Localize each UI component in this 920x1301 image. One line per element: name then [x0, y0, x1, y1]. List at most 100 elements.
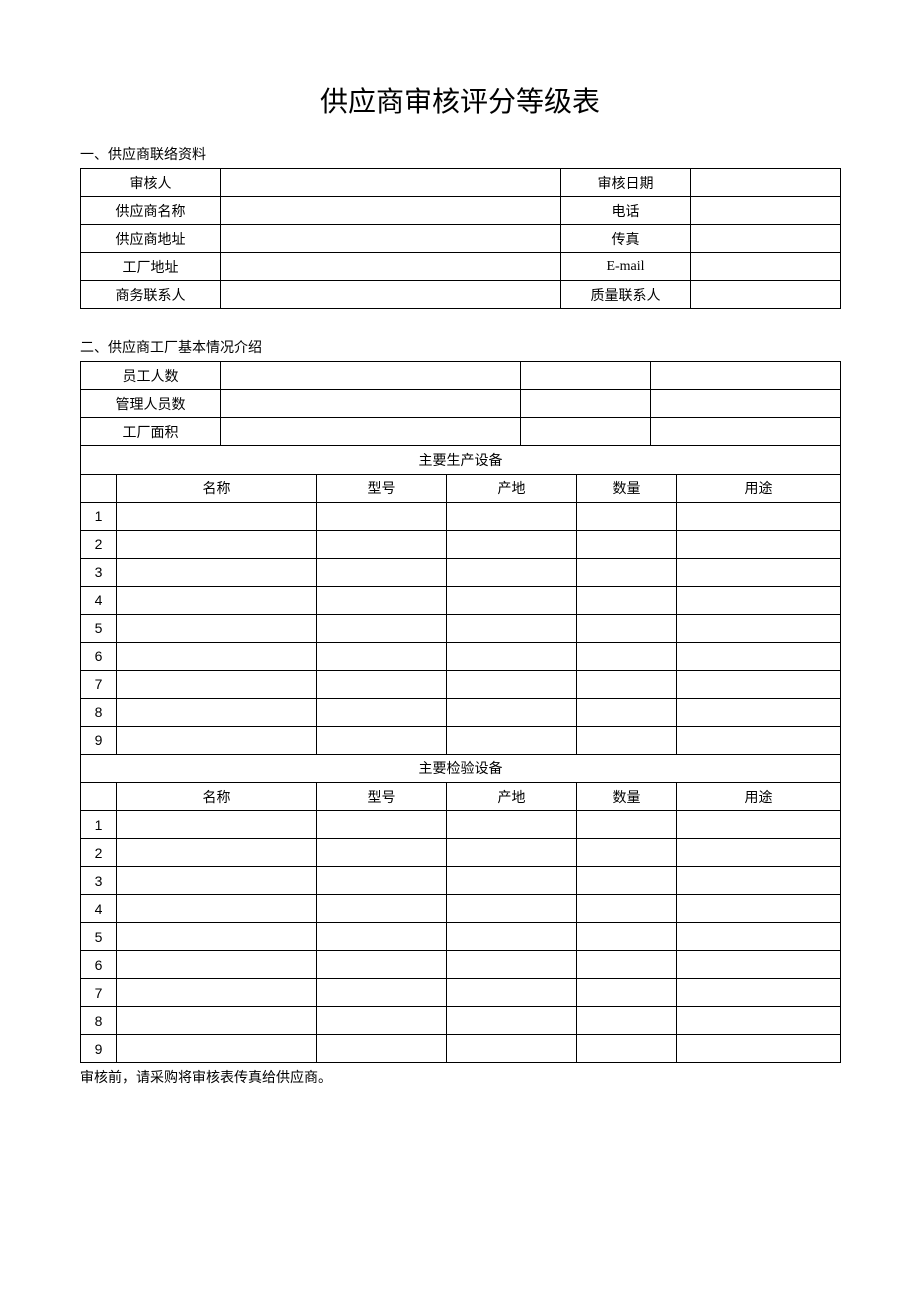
cell[interactable] — [447, 726, 577, 754]
value-supplier-name[interactable] — [221, 197, 561, 225]
cell[interactable] — [447, 530, 577, 558]
cell[interactable] — [577, 698, 677, 726]
cell[interactable] — [677, 670, 841, 698]
cell[interactable] — [677, 867, 841, 895]
cell[interactable] — [677, 839, 841, 867]
value-biz-contact[interactable] — [221, 281, 561, 309]
value-area-2[interactable] — [521, 418, 651, 446]
cell[interactable] — [577, 867, 677, 895]
cell[interactable] — [447, 867, 577, 895]
cell[interactable] — [117, 670, 317, 698]
value-area-3[interactable] — [651, 418, 841, 446]
cell[interactable] — [117, 979, 317, 1007]
cell[interactable] — [577, 979, 677, 1007]
cell[interactable] — [447, 642, 577, 670]
cell[interactable] — [317, 698, 447, 726]
cell[interactable] — [117, 895, 317, 923]
value-fax[interactable] — [691, 225, 841, 253]
cell[interactable] — [317, 530, 447, 558]
cell[interactable] — [317, 726, 447, 754]
cell[interactable] — [577, 951, 677, 979]
cell[interactable] — [117, 811, 317, 839]
cell[interactable] — [117, 558, 317, 586]
cell[interactable] — [447, 923, 577, 951]
cell[interactable] — [317, 558, 447, 586]
value-phone[interactable] — [691, 197, 841, 225]
cell[interactable] — [577, 642, 677, 670]
cell[interactable] — [677, 726, 841, 754]
cell[interactable] — [317, 839, 447, 867]
cell[interactable] — [317, 502, 447, 530]
cell[interactable] — [117, 1007, 317, 1035]
value-managers-2[interactable] — [521, 390, 651, 418]
cell[interactable] — [677, 979, 841, 1007]
cell[interactable] — [117, 726, 317, 754]
cell[interactable] — [677, 530, 841, 558]
cell[interactable] — [677, 614, 841, 642]
cell[interactable] — [117, 867, 317, 895]
cell[interactable] — [577, 923, 677, 951]
cell[interactable] — [317, 923, 447, 951]
cell[interactable] — [317, 586, 447, 614]
value-quality-contact[interactable] — [691, 281, 841, 309]
cell[interactable] — [317, 670, 447, 698]
cell[interactable] — [577, 1035, 677, 1063]
cell[interactable] — [577, 839, 677, 867]
cell[interactable] — [317, 895, 447, 923]
cell[interactable] — [117, 698, 317, 726]
cell[interactable] — [577, 502, 677, 530]
cell[interactable] — [577, 811, 677, 839]
cell[interactable] — [677, 558, 841, 586]
cell[interactable] — [447, 951, 577, 979]
cell[interactable] — [317, 1007, 447, 1035]
cell[interactable] — [577, 726, 677, 754]
value-email[interactable] — [691, 253, 841, 281]
cell[interactable] — [117, 642, 317, 670]
value-auditor[interactable] — [221, 169, 561, 197]
cell[interactable] — [117, 614, 317, 642]
cell[interactable] — [677, 698, 841, 726]
cell[interactable] — [577, 530, 677, 558]
value-managers-3[interactable] — [651, 390, 841, 418]
cell[interactable] — [677, 811, 841, 839]
value-audit-date[interactable] — [691, 169, 841, 197]
cell[interactable] — [677, 895, 841, 923]
cell[interactable] — [677, 923, 841, 951]
cell[interactable] — [677, 1007, 841, 1035]
cell[interactable] — [447, 670, 577, 698]
cell[interactable] — [447, 811, 577, 839]
cell[interactable] — [117, 586, 317, 614]
cell[interactable] — [677, 951, 841, 979]
cell[interactable] — [317, 614, 447, 642]
cell[interactable] — [447, 1035, 577, 1063]
cell[interactable] — [317, 642, 447, 670]
value-supplier-addr[interactable] — [221, 225, 561, 253]
cell[interactable] — [117, 1035, 317, 1063]
value-employees-3[interactable] — [651, 362, 841, 390]
cell[interactable] — [317, 979, 447, 1007]
cell[interactable] — [117, 951, 317, 979]
cell[interactable] — [577, 614, 677, 642]
cell[interactable] — [577, 558, 677, 586]
cell[interactable] — [317, 811, 447, 839]
cell[interactable] — [447, 698, 577, 726]
cell[interactable] — [577, 895, 677, 923]
cell[interactable] — [447, 895, 577, 923]
value-factory-addr[interactable] — [221, 253, 561, 281]
cell[interactable] — [117, 923, 317, 951]
cell[interactable] — [317, 867, 447, 895]
cell[interactable] — [117, 502, 317, 530]
cell[interactable] — [677, 642, 841, 670]
cell[interactable] — [447, 558, 577, 586]
value-managers[interactable] — [221, 390, 521, 418]
cell[interactable] — [577, 586, 677, 614]
cell[interactable] — [447, 1007, 577, 1035]
cell[interactable] — [447, 614, 577, 642]
cell[interactable] — [447, 502, 577, 530]
cell[interactable] — [677, 586, 841, 614]
cell[interactable] — [317, 1035, 447, 1063]
cell[interactable] — [117, 839, 317, 867]
cell[interactable] — [677, 502, 841, 530]
cell[interactable] — [447, 839, 577, 867]
value-area[interactable] — [221, 418, 521, 446]
